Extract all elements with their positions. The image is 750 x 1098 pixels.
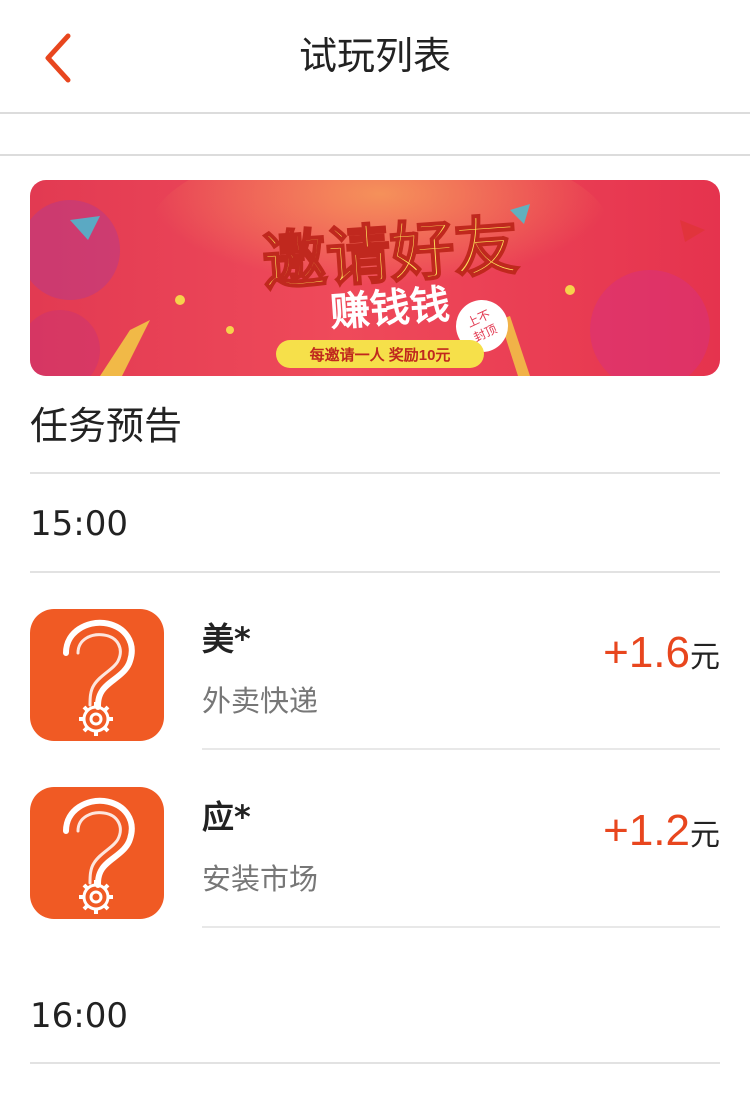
- reward-amount: +1.6: [603, 628, 690, 677]
- time-label: 15:00: [30, 504, 128, 544]
- reward-unit: 元: [690, 818, 720, 853]
- task-row[interactable]: 美* 外卖快递 +1.6元: [0, 609, 750, 787]
- task-category: 外卖快递: [202, 684, 319, 718]
- section-title: 任务预告: [30, 404, 183, 448]
- sub-bar: [0, 114, 750, 156]
- banner-subline: 赚钱钱: [329, 283, 452, 335]
- question-gear-icon: [30, 609, 164, 741]
- reward-amount: +1.2: [603, 806, 690, 855]
- task-category: 安装市场: [202, 862, 319, 896]
- task-row[interactable]: 应* 安装市场 +1.2元: [0, 787, 750, 965]
- divider: [30, 472, 720, 474]
- task-reward: +1.2元: [603, 801, 720, 870]
- time-label: 16:00: [30, 996, 128, 1036]
- banner-graphic: 邀请好友 赚钱钱 上不 封顶 每邀请一人 奖励10元: [30, 180, 720, 376]
- task-name: 美*: [202, 620, 251, 658]
- row-divider: [202, 748, 720, 750]
- question-gear-icon: [30, 787, 164, 919]
- row-divider: [202, 926, 720, 928]
- task-name: 应*: [202, 798, 251, 836]
- divider: [30, 571, 720, 573]
- page-title: 试玩列表: [298, 34, 451, 78]
- nav-bar: 试玩列表: [0, 0, 750, 114]
- reward-unit: 元: [690, 640, 720, 675]
- banner-ribbon: 每邀请一人 奖励10元: [310, 346, 451, 364]
- task-reward: +1.6元: [603, 623, 720, 692]
- invite-friends-banner[interactable]: 邀请好友 赚钱钱 上不 封顶 每邀请一人 奖励10元: [30, 180, 720, 376]
- divider: [30, 1062, 720, 1064]
